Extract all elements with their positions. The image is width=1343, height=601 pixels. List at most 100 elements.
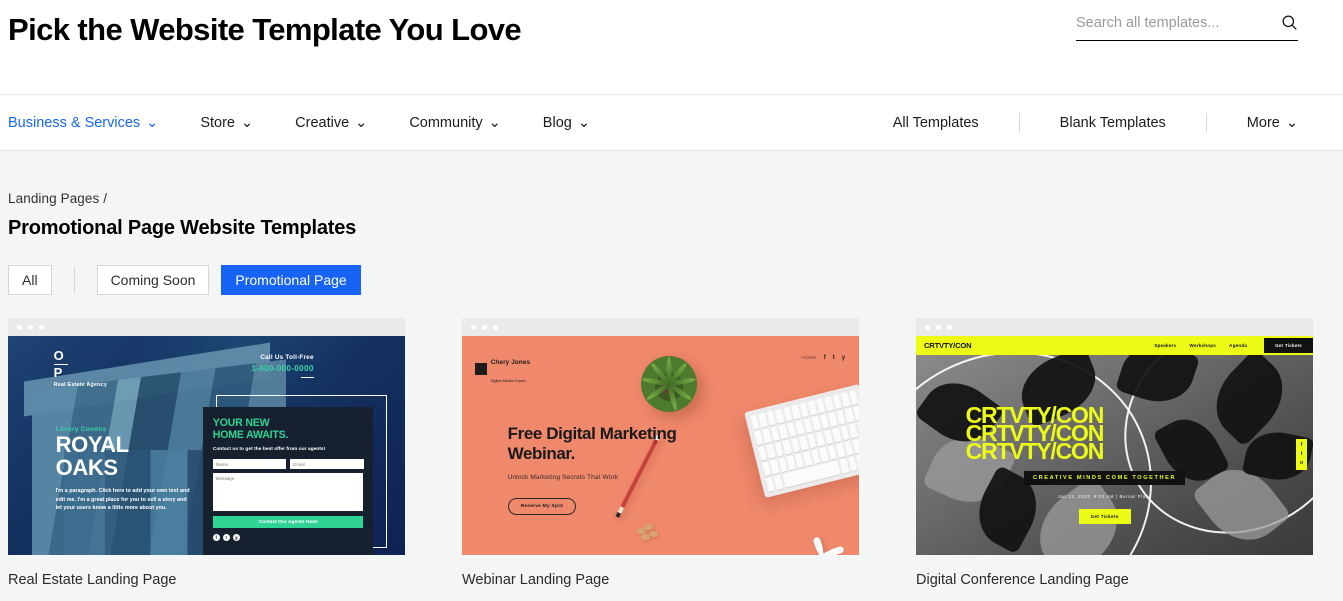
template-preview-frame[interactable]: Chery Jones Digital Media Expert HOME f …	[462, 318, 859, 555]
card1-social-links: f t g	[212, 534, 364, 542]
template-screenshot: Chery Jones Digital Media Expert HOME f …	[462, 336, 859, 555]
nav-right-group: All Templates Blank Templates More ⌄	[893, 112, 1298, 133]
chevron-down-icon: ⌄	[1285, 114, 1298, 131]
card1-call-label: Call Us Toll-Free	[260, 353, 314, 361]
card2-nav-home[interactable]: HOME	[801, 355, 816, 360]
template-grid: O P Real Estate Agency Call Us Toll-Free…	[8, 318, 1335, 588]
nav-item-store[interactable]: Store ⌄	[200, 115, 253, 131]
card3-nav-right: Speakers Workshops Agenda Get Tickets	[1154, 338, 1313, 353]
card3-nav-workshops[interactable]: Workshops	[1189, 343, 1216, 348]
keyboard-photo	[744, 384, 859, 499]
breadcrumb[interactable]: Landing Pages /	[8, 151, 1335, 206]
card1-call-number: 1-800-000-0000	[251, 363, 314, 373]
nav-label: Blog	[542, 114, 572, 131]
nav-item-more[interactable]: More ⌄	[1247, 115, 1298, 131]
nav-label: Blank Templates	[1059, 114, 1166, 131]
nav-divider	[1205, 112, 1207, 133]
browser-dot-icon	[493, 324, 498, 330]
nav-item-business-services[interactable]: Business & Services ⌄	[8, 115, 158, 131]
card3-navbar: CRTVTY/CON Speakers Workshops Agenda Get…	[916, 336, 1313, 355]
card1-field-email[interactable]: Email	[290, 459, 364, 470]
browser-dot-icon	[936, 324, 941, 330]
browser-dot-icon	[39, 324, 44, 330]
browser-dot-icon	[947, 324, 952, 330]
browser-dot-icon	[471, 324, 476, 330]
card3-nav-speakers[interactable]: Speakers	[1154, 343, 1176, 348]
browser-dot-icon	[17, 324, 22, 330]
card1-field-name[interactable]: Name	[212, 459, 287, 470]
card2-heading-1: Free Digital Marketing	[507, 423, 677, 443]
nav-label: Store	[200, 114, 235, 131]
nav-item-community[interactable]: Community ⌄	[409, 115, 500, 131]
search-box[interactable]	[1076, 14, 1298, 41]
browser-dot-icon	[482, 324, 487, 330]
card1-logo-letter-o: O	[53, 348, 65, 364]
nav-divider	[1018, 112, 1020, 133]
browser-chrome-bar	[916, 318, 1313, 336]
card1-form-submit-button[interactable]: Contact Our Agents Now!	[212, 516, 364, 529]
template-card-real-estate[interactable]: O P Real Estate Agency Call Us Toll-Free…	[8, 318, 405, 588]
filter-promotional-page[interactable]: Promotional Page	[221, 265, 361, 295]
chevron-down-icon: ⌄	[488, 114, 501, 131]
section-title: Promotional Page Website Templates	[8, 217, 357, 239]
browser-chrome-bar	[462, 318, 859, 336]
search-input[interactable]	[1076, 14, 1261, 31]
card1-hero: Luxury Condos ROYAL OAKS I'm a paragraph…	[56, 426, 191, 514]
card1-paragraph: I'm a paragraph. Click here to add your …	[55, 487, 190, 512]
google-icon[interactable]: g	[232, 534, 240, 542]
browser-dot-icon	[925, 324, 930, 330]
template-card-title[interactable]: Real Estate Landing Page	[8, 572, 405, 588]
card3-cta-button[interactable]: Get Tickets	[1078, 508, 1131, 524]
nav-label: Creative	[295, 114, 350, 131]
card2-logo: Chery Jones Digital Media Expert	[474, 351, 530, 387]
template-preview-frame[interactable]: CRTVTY/CON Speakers Workshops Agenda Get…	[916, 318, 1313, 555]
nav-label: More	[1246, 114, 1280, 131]
nav-label: Community	[409, 114, 483, 131]
chevron-down-icon: ⌄	[355, 114, 368, 131]
template-card-title[interactable]: Digital Conference Landing Page	[916, 572, 1313, 588]
card3-social-bar: f t o	[1296, 438, 1308, 470]
card3-nav-tickets-button[interactable]: Get Tickets	[1264, 338, 1313, 353]
nav-item-all-templates[interactable]: All Templates	[893, 115, 979, 131]
youtube-icon[interactable]: y	[842, 355, 845, 361]
nav-item-blog[interactable]: Blog ⌄	[543, 115, 590, 131]
twitter-icon[interactable]: t	[222, 534, 230, 542]
card1-form-row: Name Email	[212, 459, 364, 470]
page-header: Pick the Website Template You Love	[0, 0, 1343, 95]
card1-contact-form[interactable]: YOUR NEW HOME AWAITS. Contact us to get …	[202, 407, 374, 555]
card1-form-heading-2: HOME AWAITS.	[212, 429, 289, 442]
chevron-down-icon: ⌄	[577, 114, 590, 131]
twitter-icon[interactable]: t	[833, 355, 835, 361]
card1-heading-1: ROYAL	[55, 431, 129, 457]
card2-subheading: Unlock Marketing Secrets That Work	[507, 473, 619, 481]
facebook-icon[interactable]: f	[212, 534, 220, 542]
card3-hero: CRTVTY/CON CRTVTY/CON CRTVTY/CON CREATIV…	[965, 403, 1244, 524]
facebook-icon[interactable]: f	[824, 355, 826, 361]
instagram-icon[interactable]: o	[1300, 460, 1303, 466]
card2-heading-2: Webinar.	[507, 443, 576, 463]
filter-divider	[73, 267, 75, 293]
template-preview-frame[interactable]: O P Real Estate Agency Call Us Toll-Free…	[8, 318, 405, 555]
nav-item-blank-templates[interactable]: Blank Templates	[1060, 115, 1166, 131]
browser-dot-icon	[28, 324, 33, 330]
filter-coming-soon[interactable]: Coming Soon	[96, 265, 210, 295]
chevron-down-icon: ⌄	[146, 114, 159, 131]
filter-all[interactable]: All	[8, 265, 52, 295]
card2-logo-role: Digital Media Expert	[490, 378, 526, 384]
template-card-digital-conference[interactable]: CRTVTY/CON Speakers Workshops Agenda Get…	[916, 318, 1313, 588]
card3-hero-line-3: CRTVTY/CON	[965, 438, 1105, 465]
template-screenshot: CRTVTY/CON Speakers Workshops Agenda Get…	[916, 336, 1313, 555]
card3-nav-agenda[interactable]: Agenda	[1229, 343, 1247, 348]
card1-logo: O P Real Estate Agency	[53, 348, 107, 388]
twitter-icon[interactable]: t	[1301, 451, 1303, 457]
main-content: Landing Pages / Promotional Page Website…	[0, 151, 1343, 588]
nav-item-creative[interactable]: Creative ⌄	[295, 115, 367, 131]
card2-cta-button[interactable]: Reserve My Spot	[507, 497, 577, 515]
nav-label: All Templates	[892, 114, 979, 131]
search-icon[interactable]	[1281, 14, 1298, 31]
chevron-down-icon: ⌄	[241, 114, 254, 131]
facebook-icon[interactable]: f	[1301, 442, 1303, 448]
template-card-title[interactable]: Webinar Landing Page	[462, 572, 859, 588]
card1-field-message[interactable]: Message	[212, 473, 364, 512]
template-card-webinar[interactable]: Chery Jones Digital Media Expert HOME f …	[462, 318, 859, 588]
